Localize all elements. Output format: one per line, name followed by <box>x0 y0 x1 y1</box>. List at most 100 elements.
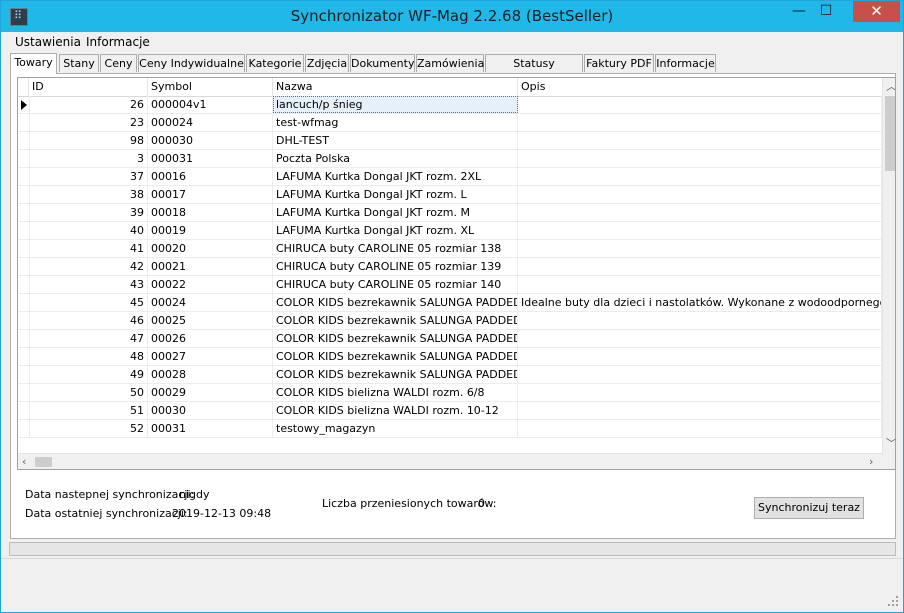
cell-id[interactable]: 26 <box>29 96 148 113</box>
cell-symbol[interactable]: 00031 <box>148 420 273 437</box>
cell-symbol[interactable]: 00016 <box>148 168 273 185</box>
cell-symbol[interactable]: 00026 <box>148 330 273 347</box>
resize-grip-icon[interactable] <box>887 595 899 607</box>
table-row[interactable]: 47 00026 COLOR KIDS bezrekawnik SALUNGA PA… <box>18 330 882 348</box>
table-row[interactable]: 98 000030 DHL-TEST <box>18 132 882 150</box>
cell-id[interactable]: 3 <box>29 150 148 167</box>
cell-opis[interactable] <box>518 132 882 149</box>
table-row[interactable]: 42 00021 CHIRUCA buty CAROLINE 05 rozmiar … <box>18 258 882 276</box>
table-row[interactable]: 49 00028 COLOR KIDS bezrekawnik SALUNGA PA… <box>18 366 882 384</box>
tab-kategorie[interactable]: Kategorie <box>246 54 304 72</box>
table-row[interactable]: 41 00020 CHIRUCA buty CAROLINE 05 rozmiar … <box>18 240 882 258</box>
cell-opis[interactable] <box>518 402 882 419</box>
cell-nazwa[interactable]: test-wfmag <box>273 114 518 131</box>
cell-symbol[interactable]: 00018 <box>148 204 273 221</box>
table-row[interactable]: 39 00018 LAFUMA Kurtka Dongal JKT rozm. M <box>18 204 882 222</box>
column-header-opis[interactable]: Opis <box>518 78 882 96</box>
maximize-button[interactable]: ☐ <box>813 1 839 22</box>
cell-nazwa[interactable]: COLOR KIDS bezrekawnik SALUNGA PADDED 12 <box>273 294 518 311</box>
cell-symbol[interactable]: 000030 <box>148 132 273 149</box>
title-bar[interactable]: ⠿ Synchronizator WF-Mag 2.2.68 (BestSell… <box>1 1 903 32</box>
cell-id[interactable]: 98 <box>29 132 148 149</box>
cell-symbol[interactable]: 00021 <box>148 258 273 275</box>
cell-symbol[interactable]: 00029 <box>148 384 273 401</box>
cell-opis[interactable] <box>518 348 882 365</box>
table-row[interactable]: 51 00030 COLOR KIDS bielizna WALDI rozm. 1… <box>18 402 882 420</box>
cell-opis[interactable] <box>518 312 882 329</box>
table-row[interactable]: 48 00027 COLOR KIDS bezrekawnik SALUNGA PA… <box>18 348 882 366</box>
cell-id[interactable]: 42 <box>29 258 148 275</box>
cell-nazwa[interactable]: CHIRUCA buty CAROLINE 05 rozmiar 138 <box>273 240 518 257</box>
cell-symbol[interactable]: 00025 <box>148 312 273 329</box>
cell-opis[interactable] <box>518 204 882 221</box>
cell-nazwa[interactable]: COLOR KIDS bezrekawnik SALUNGA PADDED 4 <box>273 312 518 329</box>
table-row[interactable]: 43 00022 CHIRUCA buty CAROLINE 05 rozmiar … <box>18 276 882 294</box>
cell-id[interactable]: 37 <box>29 168 148 185</box>
sync-now-button[interactable]: Synchronizuj teraz <box>754 497 864 519</box>
cell-id[interactable]: 46 <box>29 312 148 329</box>
cell-id[interactable]: 38 <box>29 186 148 203</box>
cell-nazwa[interactable]: COLOR KIDS bielizna WALDI rozm. 10-12 <box>273 402 518 419</box>
table-row[interactable]: 37 00016 LAFUMA Kurtka Dongal JKT rozm. 2X… <box>18 168 882 186</box>
cell-nazwa[interactable]: testowy_magazyn <box>273 420 518 437</box>
cell-id[interactable]: 39 <box>29 204 148 221</box>
horizontal-scrollbar[interactable]: ‹ › <box>18 453 882 469</box>
cell-nazwa[interactable]: LAFUMA Kurtka Dongal JKT rozm. L <box>273 186 518 203</box>
tab-statusy-zamowien[interactable]: Statusy zamówień <box>485 54 583 87</box>
tab-faktury-pdf[interactable]: Faktury PDF <box>584 54 654 72</box>
cell-id[interactable]: 23 <box>29 114 148 131</box>
scroll-left-icon[interactable]: ‹ <box>22 456 26 468</box>
cell-opis[interactable] <box>518 420 882 437</box>
cell-symbol[interactable]: 000004v1 <box>148 96 273 113</box>
tab-stany[interactable]: Stany <box>59 54 99 72</box>
cell-id[interactable]: 50 <box>29 384 148 401</box>
cell-id[interactable]: 47 <box>29 330 148 347</box>
cell-nazwa[interactable]: Poczta Polska <box>273 150 518 167</box>
table-row[interactable]: 46 00025 COLOR KIDS bezrekawnik SALUNGA PA… <box>18 312 882 330</box>
menu-ustawienia[interactable]: Ustawienia <box>15 35 81 49</box>
cell-symbol[interactable]: 00024 <box>148 294 273 311</box>
table-row[interactable]: 38 00017 LAFUMA Kurtka Dongal JKT rozm. L <box>18 186 882 204</box>
cell-id[interactable]: 48 <box>29 348 148 365</box>
cell-id[interactable]: 45 <box>29 294 148 311</box>
tab-informacje[interactable]: Informacje <box>655 54 716 72</box>
tab-towary[interactable]: Towary <box>10 53 57 74</box>
cell-symbol[interactable]: 00028 <box>148 366 273 383</box>
minimize-button[interactable]: — <box>786 1 812 22</box>
products-grid[interactable]: ID Symbol Nazwa Opis 26 000004v1 lancuch/p… <box>17 77 896 470</box>
tab-ceny[interactable]: Ceny <box>100 54 137 72</box>
table-row[interactable]: 23 000024 test-wfmag <box>18 114 882 132</box>
column-header-nazwa[interactable]: Nazwa <box>273 78 518 96</box>
table-row[interactable]: 3 000031 Poczta Polska <box>18 150 882 168</box>
cell-opis[interactable] <box>518 384 882 401</box>
cell-opis[interactable] <box>518 168 882 185</box>
cell-opis[interactable] <box>518 258 882 275</box>
cell-opis[interactable] <box>518 276 882 293</box>
column-header-id[interactable]: ID <box>29 78 148 96</box>
cell-symbol[interactable]: 00027 <box>148 348 273 365</box>
cell-id[interactable]: 41 <box>29 240 148 257</box>
cell-nazwa[interactable]: DHL-TEST <box>273 132 518 149</box>
cell-nazwa[interactable]: LAFUMA Kurtka Dongal JKT rozm. 2XL <box>273 168 518 185</box>
cell-nazwa[interactable]: COLOR KIDS bielizna WALDI rozm. 6/8 <box>273 384 518 401</box>
cell-opis[interactable] <box>518 186 882 203</box>
cell-nazwa[interactable]: COLOR KIDS bezrekawnik SALUNGA PADDED 5 <box>273 330 518 347</box>
cell-id[interactable]: 43 <box>29 276 148 293</box>
table-row[interactable]: 52 00031 testowy_magazyn <box>18 420 882 438</box>
vertical-scrollbar[interactable]: ︿ ﹀ <box>882 78 895 453</box>
table-row[interactable]: 40 00019 LAFUMA Kurtka Dongal JKT rozm. XL <box>18 222 882 240</box>
menu-informacje[interactable]: Informacje <box>86 35 150 49</box>
scroll-right-icon[interactable]: › <box>869 456 873 468</box>
cell-nazwa[interactable]: COLOR KIDS bezrekawnik SALUNGA PADDED 7 <box>273 348 518 365</box>
cell-nazwa[interactable]: LAFUMA Kurtka Dongal JKT rozm. M <box>273 204 518 221</box>
cell-nazwa[interactable]: lancuch/p śnieg <box>273 96 518 113</box>
cell-nazwa[interactable]: COLOR KIDS bezrekawnik SALUNGA PADDED 8 <box>273 366 518 383</box>
cell-symbol[interactable]: 00030 <box>148 402 273 419</box>
cell-opis[interactable]: Idealne buty dla dzieci i nastolatków. W… <box>518 294 882 311</box>
scroll-down-icon[interactable]: ﹀ <box>886 438 895 450</box>
cell-symbol[interactable]: 000024 <box>148 114 273 131</box>
cell-id[interactable]: 40 <box>29 222 148 239</box>
cell-symbol[interactable]: 00022 <box>148 276 273 293</box>
cell-nazwa[interactable]: CHIRUCA buty CAROLINE 05 rozmiar 139 <box>273 258 518 275</box>
scroll-up-icon[interactable]: ︿ <box>886 81 895 93</box>
